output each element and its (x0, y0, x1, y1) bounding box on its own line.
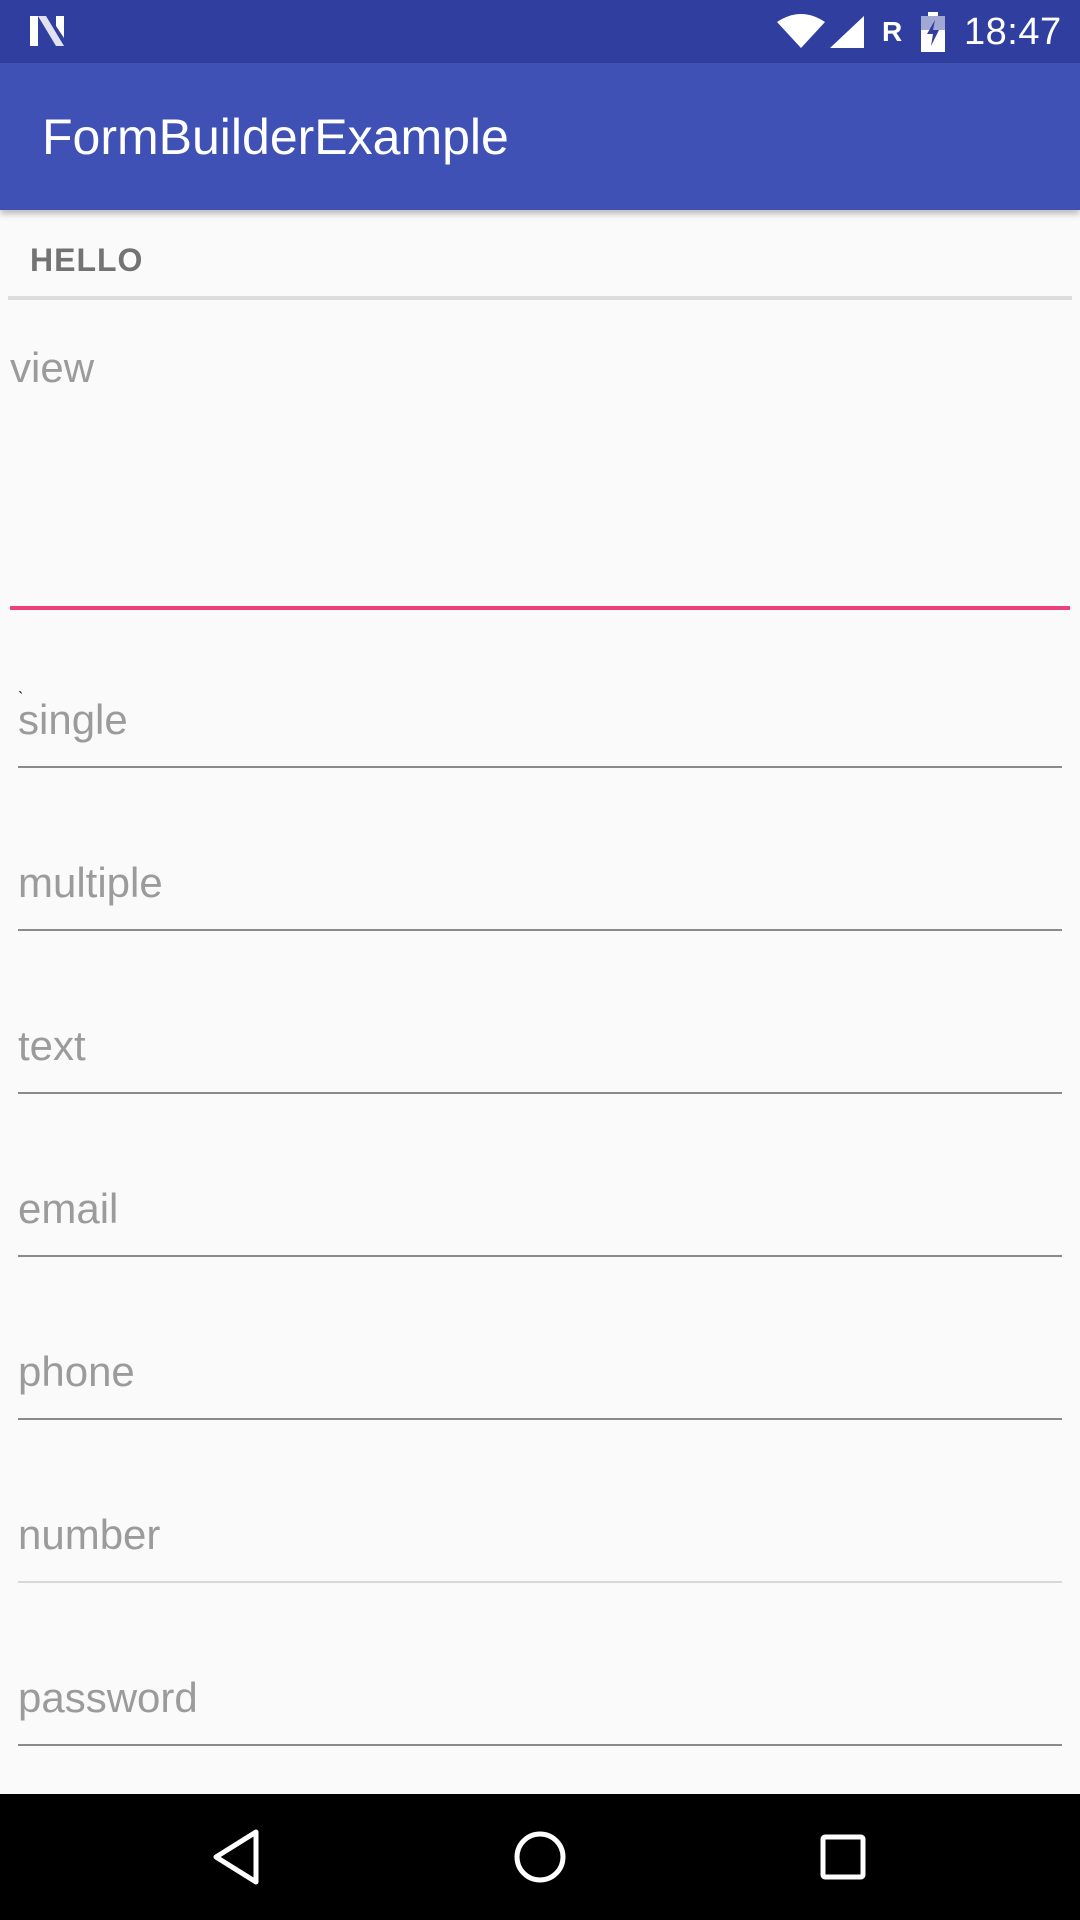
single-input-underline (18, 766, 1062, 768)
view-textarea-hint: view (10, 344, 95, 391)
view-textarea-underline (10, 606, 1070, 610)
password-input-hint: password (18, 1674, 198, 1721)
app-title: FormBuilderExample (42, 109, 509, 165)
roaming-indicator: R (882, 16, 903, 47)
single-input[interactable]: single ` (18, 690, 1062, 770)
single-input-hint: single (18, 696, 128, 743)
app-bar: FormBuilderExample (0, 63, 1080, 210)
signal-icon (830, 16, 864, 48)
phone-input-hint: phone (18, 1348, 135, 1395)
multiple-input-underline (18, 929, 1062, 931)
section-header: HELLO (30, 242, 144, 278)
text-input[interactable]: text (18, 1016, 1062, 1096)
home-icon[interactable] (507, 1824, 573, 1890)
email-input-underline (18, 1255, 1062, 1257)
n-logo-icon (30, 16, 64, 46)
screen: R 18:47 FormBuilderExample HELLO view si… (0, 0, 1080, 1920)
section-divider (8, 296, 1072, 300)
battery-charging-icon (921, 12, 945, 52)
phone-input-underline (18, 1418, 1062, 1420)
navigation-bar (0, 1794, 1080, 1920)
view-textarea[interactable]: view (10, 340, 1070, 610)
text-input-hint: text (18, 1022, 86, 1069)
password-input-underline (18, 1744, 1062, 1746)
email-input-hint: email (18, 1185, 119, 1232)
number-input[interactable]: number (18, 1505, 1062, 1585)
email-input[interactable]: email (18, 1179, 1062, 1259)
multiple-input[interactable]: multiple (18, 853, 1062, 933)
number-input-hint: number (18, 1511, 161, 1558)
multiple-input-hint: multiple (18, 859, 163, 906)
phone-input[interactable]: phone (18, 1342, 1062, 1422)
status-bar: R 18:47 (0, 0, 1080, 63)
password-input[interactable]: password (18, 1668, 1062, 1748)
text-input-underline (18, 1092, 1062, 1094)
wifi-icon (777, 14, 825, 48)
status-clock: 18:47 (964, 11, 1062, 53)
back-icon[interactable] (204, 1824, 270, 1890)
recents-icon[interactable] (810, 1824, 876, 1890)
number-input-underline (18, 1581, 1062, 1583)
